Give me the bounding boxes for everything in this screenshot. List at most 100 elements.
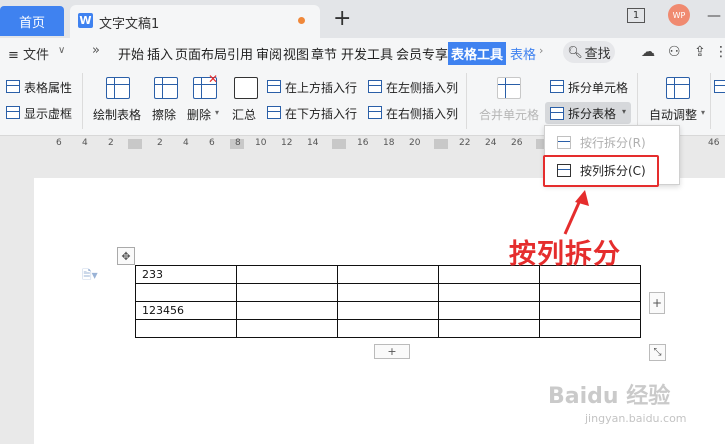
split-by-row-icon [557, 136, 571, 149]
ribbon-overflow-icon[interactable] [714, 80, 725, 93]
divider [466, 73, 467, 129]
split-cells-button[interactable]: 拆分单元格 [568, 79, 628, 96]
ruler-number: 4 [183, 138, 189, 148]
auto-adjust-button[interactable]: 自动调整 [649, 106, 697, 123]
table-cell[interactable] [438, 319, 540, 338]
ruler-number: 4 [82, 138, 88, 148]
table-cell[interactable] [337, 319, 439, 338]
tab-home[interactable]: 首页 [0, 6, 64, 36]
vertical-ruler[interactable] [0, 152, 14, 444]
tab-table-style[interactable]: 表格 [510, 44, 536, 63]
insert-col-right-icon [368, 106, 382, 119]
split-by-column-label: 按列拆分(C) [580, 164, 646, 178]
tab-start[interactable]: 开始 [118, 44, 144, 63]
table-resize-handle-icon[interactable]: ⤡ [649, 344, 666, 361]
ruler-column-mark [434, 139, 448, 149]
unsaved-dot-icon [298, 17, 305, 24]
auto-adjust-icon [666, 77, 690, 99]
ruler-number: 12 [281, 138, 293, 148]
document-tab-title: 文字文稿1 [99, 17, 160, 32]
table-cell[interactable] [135, 283, 237, 302]
insert-row-below-button[interactable]: 在下方插入行 [285, 105, 357, 122]
minimize-button[interactable]: — [707, 8, 721, 24]
tab-page-layout[interactable]: 页面布局 [175, 44, 227, 63]
delete-button[interactable]: 删除 [187, 106, 211, 123]
tab-member[interactable]: 会员专享 [396, 44, 448, 63]
show-gridlines-button[interactable]: 显示虚框 [24, 105, 72, 122]
file-menu[interactable]: ≡ 文件 [8, 44, 49, 63]
ruler-number: 20 [409, 138, 421, 148]
tab-references[interactable]: 引用 [227, 44, 253, 63]
window-count-badge[interactable]: 1 [627, 8, 645, 23]
insert-row-above-icon [267, 80, 281, 93]
ruler-number: 2 [108, 138, 114, 148]
ruler-number: 18 [383, 138, 395, 148]
insert-col-right-button[interactable]: 在右侧插入列 [386, 105, 458, 122]
table-cell[interactable] [539, 301, 641, 320]
table-cell[interactable] [236, 265, 338, 284]
more-menus-button[interactable]: » [92, 43, 100, 58]
tab-insert[interactable]: 插入 [147, 44, 173, 63]
draw-table-button[interactable]: 绘制表格 [93, 106, 141, 123]
split-by-column-icon [557, 164, 571, 177]
erase-button[interactable]: 擦除 [152, 106, 176, 123]
search-button[interactable]: 🔍︎ 查找 [563, 41, 615, 63]
split-cells-icon [550, 80, 564, 93]
share-user-icon[interactable]: ⚇ [668, 44, 681, 60]
avatar[interactable]: WP [668, 4, 690, 26]
cloud-icon[interactable]: ☁ [641, 44, 655, 60]
insert-col-left-button[interactable]: 在左侧插入列 [386, 79, 458, 96]
split-by-row-item[interactable]: 按行拆分(R) [580, 134, 646, 151]
tab-table-tools[interactable]: 表格工具 [448, 42, 507, 65]
merge-cells-button[interactable]: 合并单元格 [479, 106, 539, 123]
search-label: 查找 [584, 46, 611, 62]
insert-col-left-icon [368, 80, 382, 93]
ruler-number: 22 [459, 138, 471, 148]
tab-bar: 首页 W 文字文稿1 + 1 WP — [0, 0, 725, 38]
tab-developer[interactable]: 开发工具 [341, 44, 393, 63]
new-tab-button[interactable]: + [333, 6, 351, 31]
ruler-number: 16 [357, 138, 369, 148]
eraser-icon [154, 77, 178, 99]
table-cell[interactable] [539, 319, 641, 338]
show-gridlines-icon [6, 106, 20, 119]
add-column-button[interactable]: + [649, 292, 665, 314]
document-table[interactable]: 233 123456 [135, 265, 641, 338]
more-icon[interactable]: ⋮ [714, 44, 725, 60]
tab-review[interactable]: 审阅 [256, 44, 282, 63]
table-cell[interactable] [438, 283, 540, 302]
split-by-column-item[interactable]: 按列拆分(C) [543, 155, 659, 187]
tab-document[interactable]: W 文字文稿1 [70, 5, 320, 38]
table-cell[interactable] [236, 319, 338, 338]
ruler-column-mark [332, 139, 346, 149]
tab-view[interactable]: 视图 [283, 44, 309, 63]
table-cell[interactable]: 233 [135, 265, 237, 284]
paragraph-layout-icon[interactable]: 🗎▾ [82, 266, 98, 287]
ruler-number: 26 [511, 138, 523, 148]
ruler-number: 46 [708, 138, 720, 148]
divider [82, 73, 83, 129]
chevron-right-icon[interactable]: › [539, 44, 543, 57]
split-table-button[interactable]: 拆分表格 ▾ [545, 102, 631, 124]
insert-row-below-icon [267, 106, 281, 119]
insert-row-above-button[interactable]: 在上方插入行 [285, 79, 357, 96]
table-cell[interactable] [337, 283, 439, 302]
share-icon[interactable]: ⇪ [694, 44, 706, 60]
summary-button[interactable]: 汇总 [232, 106, 256, 123]
table-cell[interactable] [438, 301, 540, 320]
table-cell[interactable] [337, 301, 439, 320]
tab-section[interactable]: 章节 [311, 44, 337, 63]
table-cell[interactable] [236, 283, 338, 302]
caret-down-icon: ▾ [215, 108, 220, 117]
chevron-down-icon: ∨ [58, 45, 66, 56]
table-cell[interactable] [236, 301, 338, 320]
table-row [135, 283, 641, 302]
table-cell[interactable] [337, 265, 439, 284]
table-cell[interactable] [539, 283, 641, 302]
table-properties-button[interactable]: 表格属性 [24, 79, 72, 96]
add-row-button[interactable]: + [374, 344, 410, 359]
table-cell[interactable]: 123456 [135, 301, 237, 320]
table-row [135, 319, 641, 338]
table-move-handle-icon[interactable]: ✥ [117, 247, 135, 265]
table-cell[interactable] [135, 319, 237, 338]
